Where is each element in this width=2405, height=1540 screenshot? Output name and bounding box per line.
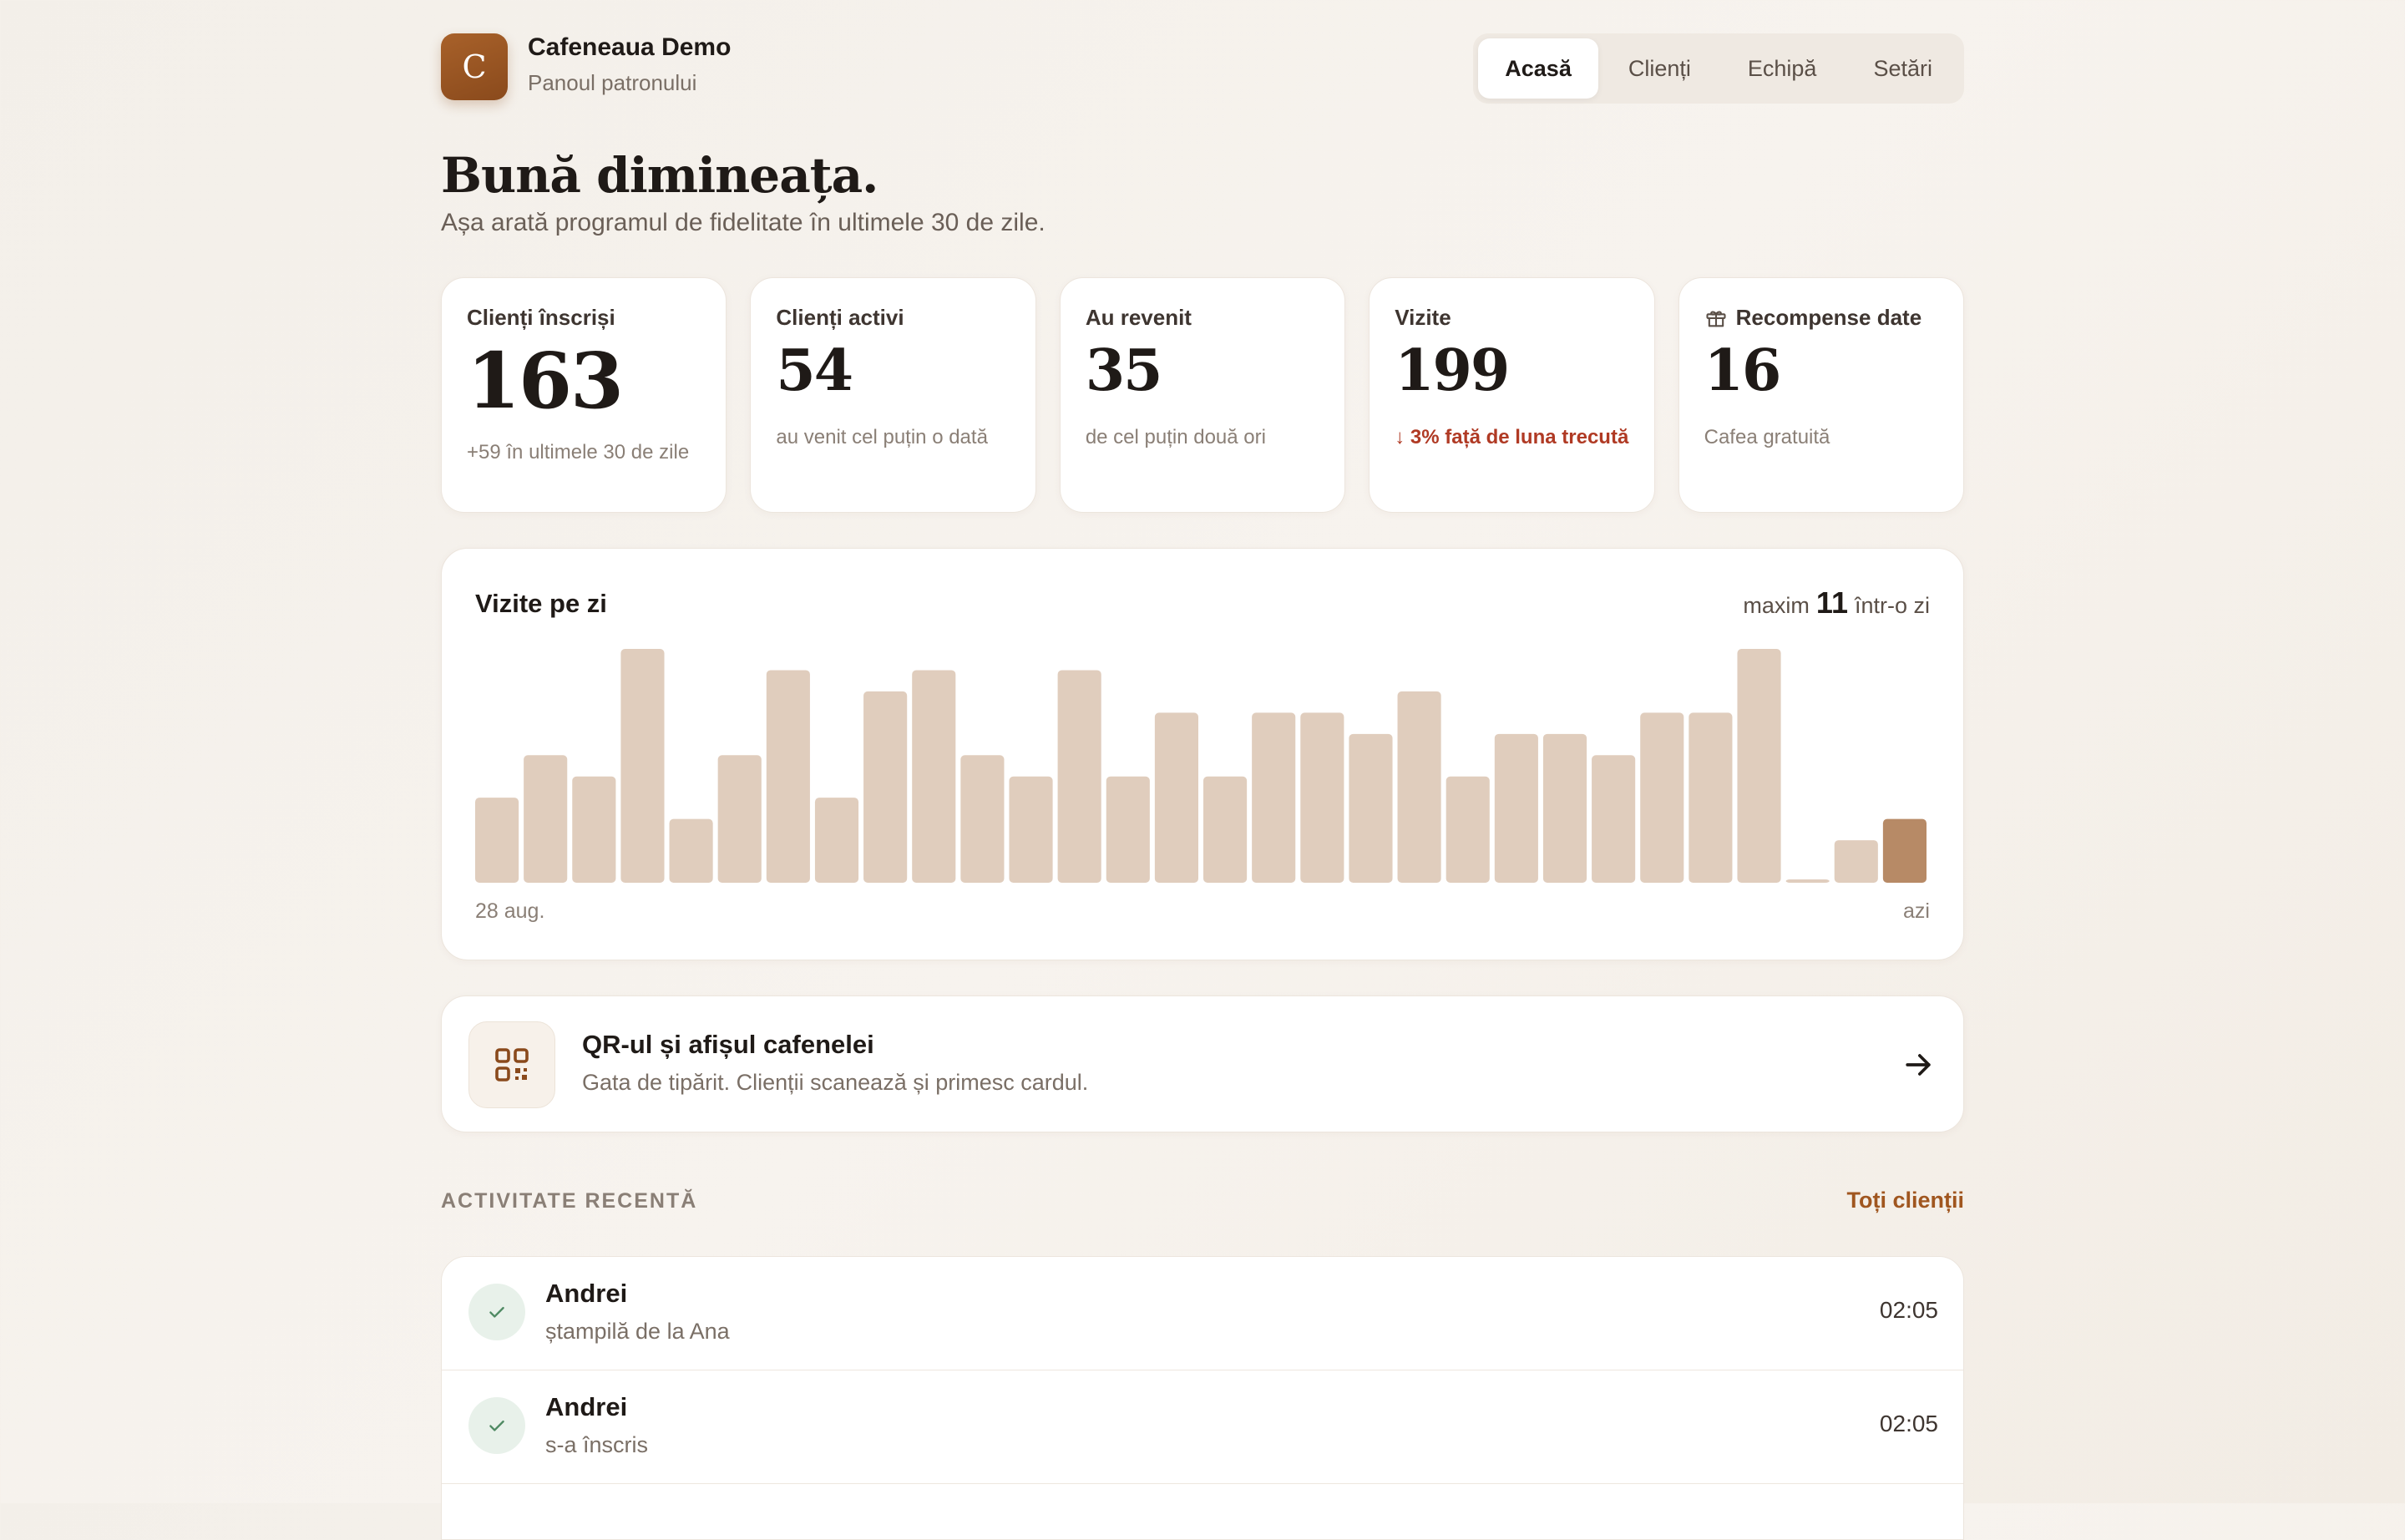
arrow-right-icon[interactable] <box>1900 1046 1937 1083</box>
stats-row: Clienți înscriși 163 +59 în ultimele 30 … <box>441 277 1965 513</box>
chart-bar <box>1542 733 1587 883</box>
chart-bar <box>1737 649 1781 883</box>
chart-bar <box>1057 670 1101 883</box>
activity-name: Andrei <box>545 1392 628 1421</box>
stat-card-visits: Vizite 199 ↓ 3% față de luna trecută <box>1369 277 1655 513</box>
tab-team[interactable]: Echipă <box>1721 38 1844 99</box>
gift-icon <box>1706 311 1726 327</box>
visits-chart-card: Vizite pe zi maxim 11 într-o zi 28 aug. … <box>441 548 1964 960</box>
chart-bar <box>1009 776 1053 883</box>
activity-time: 02:05 <box>1879 1297 1938 1323</box>
stat-trend-down: ↓ 3% față de luna trecută <box>1395 426 1629 448</box>
brand-name: Cafeneaua Demo <box>528 33 732 61</box>
stat-card-active: Clienți activi 54 au venit cel puțin o d… <box>750 277 1036 513</box>
chart-bar <box>1494 733 1538 883</box>
chart-bar <box>1834 840 1878 883</box>
stat-note: +59 în ultimele 30 de zile <box>467 441 690 464</box>
stat-value: 199 <box>1395 337 1510 404</box>
stat-card-enrolled: Clienți înscriși 163 +59 în ultimele 30 … <box>441 277 727 513</box>
header: C Cafeneaua Demo Panoul patronului Acasă… <box>441 33 1964 104</box>
stat-value: 16 <box>1704 337 1782 404</box>
page-subtitle: Așa arată programul de fidelitate în ult… <box>441 209 1046 236</box>
chart-bar <box>960 755 1005 883</box>
chart-bar <box>572 776 616 883</box>
chart-bar <box>1349 733 1393 883</box>
chart-bar <box>717 755 762 883</box>
stat-note: de cel puțin două ori <box>1085 426 1266 448</box>
all-clients-link[interactable]: Toți clienții <box>1847 1188 1965 1213</box>
stat-card-rewards: Recompense date 16 Cafea gratuită <box>1678 277 1965 513</box>
chart-bar <box>1785 879 1830 883</box>
stat-value: 54 <box>776 337 853 404</box>
chart-bar <box>912 670 956 883</box>
qr-code-icon <box>495 1048 529 1082</box>
visits-bar-chart <box>475 649 1927 883</box>
main-nav: Acasă Clienți Echipă Setări <box>1473 33 1964 104</box>
chart-max-label: maxim <box>1743 593 1810 618</box>
chart-max-suffix: într-o zi <box>1854 593 1930 618</box>
chart-bar <box>1154 712 1198 883</box>
activity-name: Andrei <box>545 1279 628 1308</box>
stat-label: Clienți înscriși <box>467 305 615 330</box>
list-item[interactable]: Andrei s-a înscris 02:05 <box>442 1370 1963 1484</box>
activity-desc: s-a înscris <box>545 1432 649 1457</box>
stat-note: Cafea gratuită <box>1704 426 1830 448</box>
chart-max-value: 11 <box>1815 585 1848 620</box>
stat-note: au venit cel puțin o dată <box>776 426 988 448</box>
activity-desc: ștampilă de la Ana <box>545 1319 730 1344</box>
chart-start-label: 28 aug. <box>475 899 545 923</box>
chart-bar <box>475 798 519 883</box>
chart-bar <box>814 798 859 883</box>
stat-card-returned: Au revenit 35 de cel puțin două ori <box>1059 277 1346 513</box>
check-icon <box>468 1284 525 1340</box>
chart-bar <box>620 649 665 883</box>
activity-heading: ACTIVITATE RECENTĂ <box>441 1189 698 1213</box>
qr-poster-card[interactable]: QR-ul și afișul cafenelei Gata de tipări… <box>441 995 1964 1132</box>
stat-label: Au revenit <box>1085 305 1192 330</box>
chart-bar <box>1106 776 1150 883</box>
stat-label: Recompense date <box>1735 305 1922 330</box>
chart-bar <box>1203 776 1248 883</box>
activity-time: 02:05 <box>1879 1411 1938 1436</box>
list-item[interactable]: Andrei ștampilă de la Ana 02:05 <box>442 1257 1963 1370</box>
qr-title: QR-ul și afișul cafenelei <box>582 1030 874 1059</box>
chart-max: maxim 11 într-o zi <box>1743 585 1930 621</box>
chart-end-label: azi <box>1903 899 1930 923</box>
activity-list: Andrei ștampilă de la Ana 02:05 Andrei s… <box>441 1256 1964 1540</box>
chart-bar <box>1592 755 1636 883</box>
chart-bar <box>524 755 568 883</box>
stat-value: 163 <box>467 336 624 426</box>
chart-bar <box>1689 712 1733 883</box>
chart-bar-today <box>1882 818 1927 883</box>
stat-value: 35 <box>1085 337 1163 404</box>
brand-logo: C <box>441 33 508 100</box>
chart-bar <box>1446 776 1490 883</box>
page-title: Bună dimineața. <box>441 147 878 204</box>
chart-bar <box>1300 712 1344 883</box>
qr-subtitle: Gata de tipărit. Clienții scanează și pr… <box>582 1070 1089 1095</box>
chart-bar <box>1252 712 1296 883</box>
chart-bar <box>863 691 908 883</box>
tab-home[interactable]: Acasă <box>1478 38 1598 99</box>
brand-subtitle: Panoul patronului <box>528 70 697 95</box>
stat-label-row: Recompense date <box>1704 305 1938 331</box>
chart-bar <box>766 670 810 883</box>
chart-title: Vizite pe zi <box>475 589 607 618</box>
chart-bar <box>1397 691 1441 883</box>
tab-settings[interactable]: Setări <box>1846 38 1959 99</box>
chart-bar <box>1640 712 1684 883</box>
qr-icon-box <box>468 1021 555 1108</box>
tab-clients[interactable]: Clienți <box>1602 38 1718 99</box>
stat-label: Clienți activi <box>776 305 904 330</box>
stat-label: Vizite <box>1395 305 1451 330</box>
check-icon <box>468 1397 525 1454</box>
chart-bar <box>669 818 713 883</box>
dashboard: C Cafeneaua Demo Panoul patronului Acasă… <box>441 0 1965 1540</box>
